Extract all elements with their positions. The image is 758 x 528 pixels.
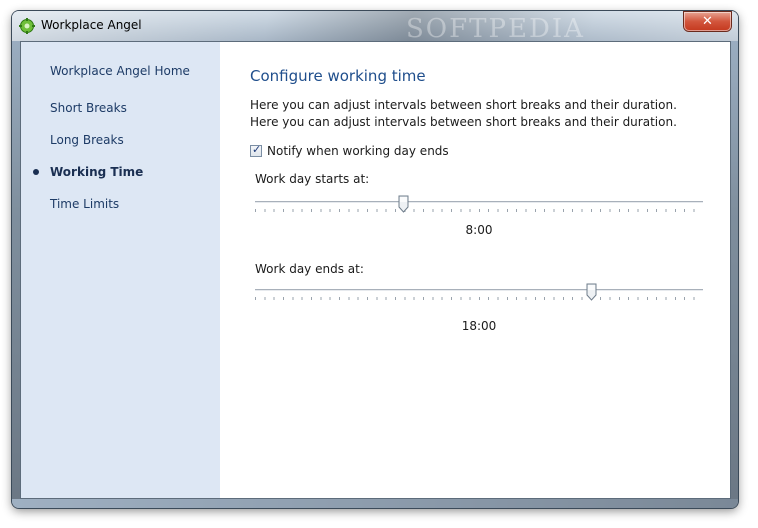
description-text: Here you can adjust intervals between sh… (250, 98, 677, 129)
main-panel: Configure working time Here you can adju… (220, 42, 730, 498)
slider-track[interactable] (255, 289, 703, 292)
start-time-slider[interactable] (255, 195, 703, 215)
slider-ticks (255, 209, 703, 212)
sidebar-item-home[interactable]: Workplace Angel Home (50, 64, 190, 78)
slider-thumb[interactable] (586, 283, 597, 301)
start-time-value: 8:00 (465, 223, 493, 237)
slider-thumb[interactable] (398, 195, 409, 213)
start-slider-label: Work day starts at: (255, 172, 370, 186)
sidebar-item-working-time[interactable]: Working Time (50, 165, 143, 179)
window-bottom-frame (12, 499, 738, 508)
end-slider-label: Work day ends at: (255, 262, 364, 276)
client-area: Workplace Angel Home Short Breaks Long B… (20, 41, 731, 499)
close-button[interactable]: ✕ (684, 12, 731, 31)
sidebar-item-time-limits[interactable]: Time Limits (50, 197, 119, 211)
gear-icon (19, 18, 35, 34)
end-time-value: 18:00 (461, 319, 497, 333)
slider-track[interactable] (255, 201, 703, 204)
sidebar-item-short-breaks[interactable]: Short Breaks (50, 101, 127, 115)
active-bullet-icon (33, 169, 39, 175)
checkmark-icon: ✓ (252, 143, 262, 156)
title-bar[interactable]: Workplace Angel SOFTPEDIA ✕ (12, 11, 738, 44)
sidebar: Workplace Angel Home Short Breaks Long B… (21, 42, 220, 498)
notify-checkbox[interactable]: ✓ (250, 143, 262, 157)
end-time-slider[interactable] (255, 283, 703, 303)
slider-ticks (255, 297, 703, 300)
app-window: Workplace Angel SOFTPEDIA ✕ Workplace An… (12, 11, 738, 508)
watermark: SOFTPEDIA (406, 14, 585, 44)
page-title: Configure working time (250, 67, 426, 85)
notify-checkbox-row[interactable]: ✓ Notify when working day ends (250, 143, 449, 159)
window-title: Workplace Angel (41, 18, 142, 32)
notify-checkbox-label[interactable]: Notify when working day ends (267, 144, 449, 158)
sidebar-item-long-breaks[interactable]: Long Breaks (50, 133, 124, 147)
